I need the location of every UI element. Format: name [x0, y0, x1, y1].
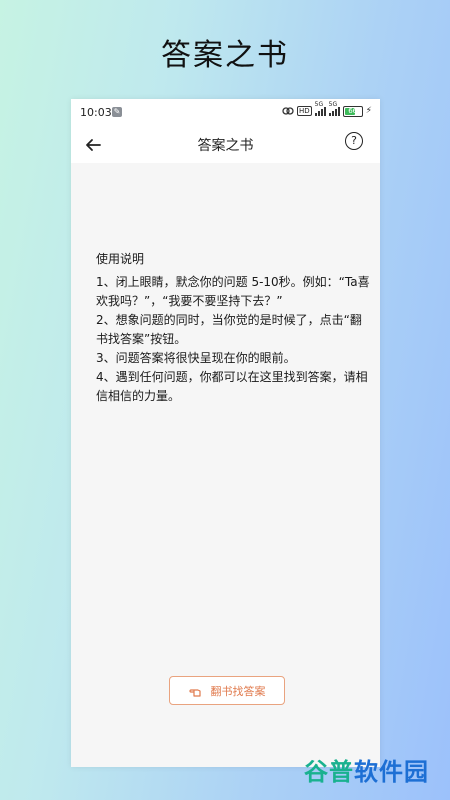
watermark-logo: 谷普软件园 — [304, 752, 444, 792]
battery-icon: 66 — [342, 105, 363, 117]
flip-book-label: 翻书找答案 — [210, 684, 266, 698]
app-bar: 答案之书 ? — [71, 127, 380, 163]
page-title: 答案之书 — [197, 138, 254, 154]
flip-book-button[interactable]: 翻书找答案 — [169, 676, 285, 705]
status-time: 10:03 — [80, 106, 112, 119]
watermark-part2: 软件园 — [354, 758, 429, 786]
charging-bolt-icon: ⚡ — [365, 106, 372, 116]
watermark-part1: 谷普 — [304, 758, 354, 786]
battery-level: 66 — [348, 106, 358, 115]
signal-icon: 5G — [328, 101, 340, 116]
hd-badge: HD — [297, 106, 312, 116]
instruction-item: 2、想象问题的同时，当你觉的是时候了，点击“翻书找答案”按钮。 — [96, 313, 362, 346]
phone-screen: 10:03 ✎ HD 5G 5G 66 ⚡ 答案之书 ? 使用说明 1、闭上眼睛… — [71, 99, 380, 767]
banner-title: 答案之书 — [161, 38, 289, 73]
status-bar: 10:03 ✎ HD 5G 5G 66 ⚡ — [71, 99, 380, 127]
status-icons: HD 5G 5G 66 ⚡ — [282, 101, 372, 117]
signal-label: 5G — [328, 101, 338, 108]
instructions-block: 使用说明 1、闭上眼睛，默念你的问题 5-10秒。例如：“Ta喜欢我吗？”，“我… — [96, 250, 371, 406]
instruction-item: 4、遇到任何问题，你都可以在这里找到答案，请相信相信的力量。 — [96, 370, 368, 403]
link-icon — [282, 107, 294, 115]
instruction-item: 3、问题答案将很快呈现在你的眼前。 — [96, 351, 296, 365]
signal-label: 5G — [314, 101, 324, 108]
pointing-hand-icon — [188, 688, 201, 697]
app-notification-icon: ✎ — [112, 107, 122, 117]
instructions-heading: 使用说明 — [96, 252, 145, 266]
signal-icon: 5G — [314, 101, 326, 116]
help-icon[interactable]: ? — [345, 132, 363, 150]
instruction-item: 1、闭上眼睛，默念你的问题 5-10秒。例如：“Ta喜欢我吗？”，“我要不要坚持… — [96, 275, 370, 308]
